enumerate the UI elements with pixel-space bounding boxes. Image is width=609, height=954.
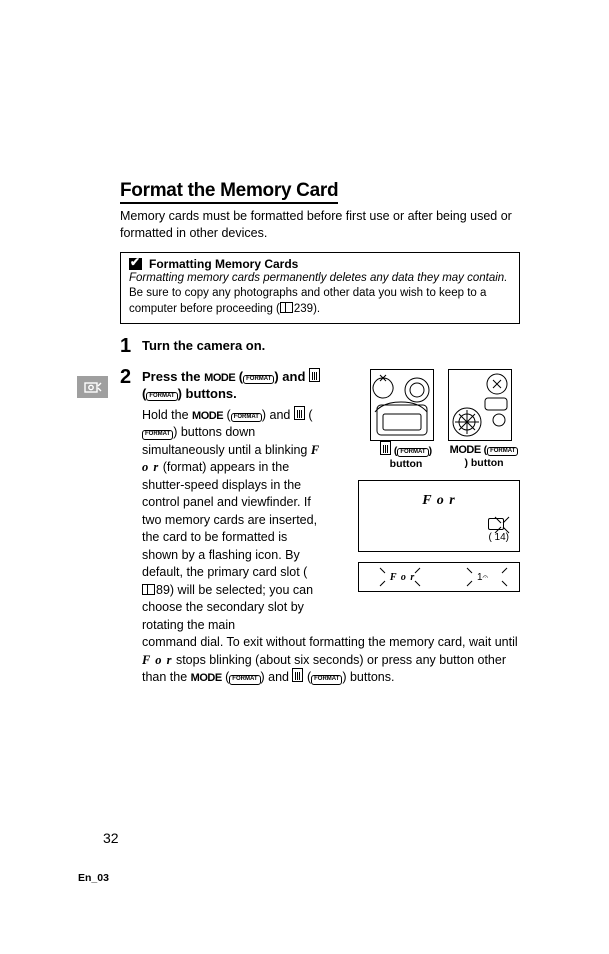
book-ref-icon [280, 302, 293, 313]
side-tab-setup-icon [77, 376, 108, 398]
viewfinder-illustration: F o r 1𝄐 [358, 562, 520, 592]
book-ref-icon [142, 584, 155, 595]
footer-code: En_03 [78, 872, 109, 884]
step-number: 2 [120, 367, 136, 687]
step-title: Press the MODE (FORMAT) and (FORMAT) but… [142, 369, 320, 403]
step-1: 1 Turn the camera on. [120, 338, 520, 359]
format-label-icon: FORMAT [397, 448, 428, 457]
mode-button-label: MODE [204, 372, 235, 384]
trash-icon [380, 444, 391, 455]
trash-icon [292, 671, 303, 682]
caution-ref: 239 [294, 303, 313, 315]
camera-top-illustration-left [370, 369, 434, 441]
step-continuation: command dial. To exit without formatting… [142, 634, 520, 687]
format-label-icon: FORMAT [229, 675, 260, 684]
mode-button-label: MODE [192, 410, 223, 422]
flash-lines-icon [378, 566, 422, 588]
format-label-icon: FORMAT [243, 375, 274, 384]
for-segment-text: F o r [422, 493, 456, 508]
step-2: 2 Press the MODE (FORMAT) and (FORMAT) b… [120, 369, 520, 687]
camera-top-illustration-right [448, 369, 512, 441]
step-number: 1 [120, 336, 136, 359]
caution-body: Formatting memory cards permanently dele… [129, 271, 511, 318]
caution-italic: Formatting memory cards permanently dele… [129, 272, 507, 284]
flash-lines-icon [491, 513, 517, 539]
format-label-icon: FORMAT [487, 447, 518, 456]
illustration-caption-trash: (FORMAT) button [370, 444, 442, 470]
steps-list: 1 Turn the camera on. 2 Press the MODE (… [120, 338, 520, 687]
caution-check-icon [129, 258, 142, 270]
caution-header: Formatting Memory Cards [129, 257, 511, 271]
format-label-icon: FORMAT [142, 430, 173, 439]
step-title: Turn the camera on. [142, 338, 520, 355]
flash-lines-icon [465, 566, 509, 588]
illustration-caption-mode: MODE (FORMAT) button [448, 444, 520, 470]
caution-box: Formatting Memory Cards Formatting memor… [120, 252, 520, 325]
control-panel-illustration: F o r ( 14) [358, 480, 520, 552]
format-label-icon: FORMAT [311, 675, 342, 684]
caution-plain2: ). [313, 303, 320, 315]
step-body: Hold the MODE (FORMAT) and (FORMAT) butt… [142, 407, 320, 635]
format-label-icon: FORMAT [146, 392, 177, 401]
mode-button-label: MODE [191, 672, 222, 684]
page-title: Format the Memory Card [120, 180, 338, 204]
trash-icon [309, 371, 320, 382]
format-label-icon: FORMAT [231, 413, 262, 422]
page-number: 32 [103, 830, 119, 846]
caution-title: Formatting Memory Cards [149, 257, 298, 271]
manual-page: Format the Memory Card Memory cards must… [120, 180, 520, 691]
for-segment-text: F o r [142, 653, 172, 667]
trash-icon [294, 409, 305, 420]
intro-text: Memory cards must be formatted before fi… [120, 208, 520, 242]
